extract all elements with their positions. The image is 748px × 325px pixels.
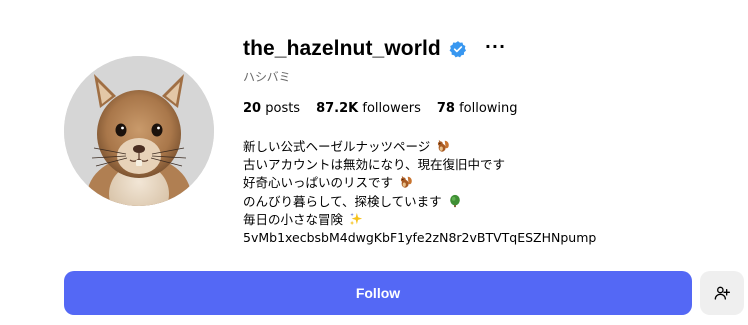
username-row: the_hazelnut_world ··· [243, 34, 723, 64]
bio-line: 好奇心いっぱいのリスです [243, 174, 723, 192]
profile-stats: 20 posts 87.2K followers 78 following [243, 98, 723, 118]
bio-line: 毎日の小さな冒険 [243, 211, 723, 229]
followers-stat[interactable]: 87.2K followers [316, 101, 421, 116]
squirrel-avatar-image [64, 56, 214, 206]
profile-info: the_hazelnut_world ··· ハシバミ 20 posts 87.… [243, 34, 723, 247]
squirrel-emoji-icon [438, 139, 450, 152]
full-name: ハシバミ [243, 70, 291, 84]
bio-text: 新しい公式ヘーゼルナッツページ [243, 139, 431, 154]
bio-text: のんびり暮らして、探検しています [243, 193, 442, 209]
posts-label: posts [265, 100, 301, 116]
suggested-users-button[interactable] [700, 271, 744, 315]
bio-text: 古いアカウントは無効になり、現在復旧中です [243, 157, 506, 173]
posts-count: 20 [243, 100, 262, 116]
more-options-icon[interactable]: ··· [485, 39, 506, 55]
followers-count: 87.2K [316, 100, 359, 116]
bio-line: 古いアカウントは無効になり、現在復旧中です [243, 156, 723, 174]
posts-stat: 20 posts [243, 101, 300, 116]
person-add-icon [714, 286, 730, 300]
followers-label: followers [362, 100, 421, 116]
squirrel-emoji-icon [400, 176, 412, 189]
following-label: following [459, 100, 518, 116]
avatar[interactable] [64, 56, 214, 206]
bio-text: 毎日の小さな冒険 [243, 211, 344, 227]
following-count: 78 [436, 100, 455, 116]
verified-badge-icon [449, 41, 466, 58]
bio: 新しい公式ヘーゼルナッツページ 古いアカウントは無効になり、現在復旧中です 好奇… [243, 138, 723, 247]
bio-contract-address: 5vMb1xecbsbM4dwgKbF1yfe2zN8r2vBTVTqESZHN… [243, 229, 597, 245]
sparkles-emoji-icon [349, 212, 363, 225]
bio-text: 好奇心いっぱいのリスです [243, 175, 394, 191]
tree-emoji-icon [449, 194, 460, 207]
bio-line: のんびり暮らして、探検しています [243, 193, 723, 211]
profile-page: the_hazelnut_world ··· ハシバミ 20 posts 87.… [0, 0, 748, 325]
bio-line: 新しい公式ヘーゼルナッツページ [243, 138, 723, 156]
following-stat[interactable]: 78 following [437, 101, 518, 116]
username: the_hazelnut_world [243, 37, 441, 60]
follow-button[interactable]: Follow [64, 271, 692, 315]
